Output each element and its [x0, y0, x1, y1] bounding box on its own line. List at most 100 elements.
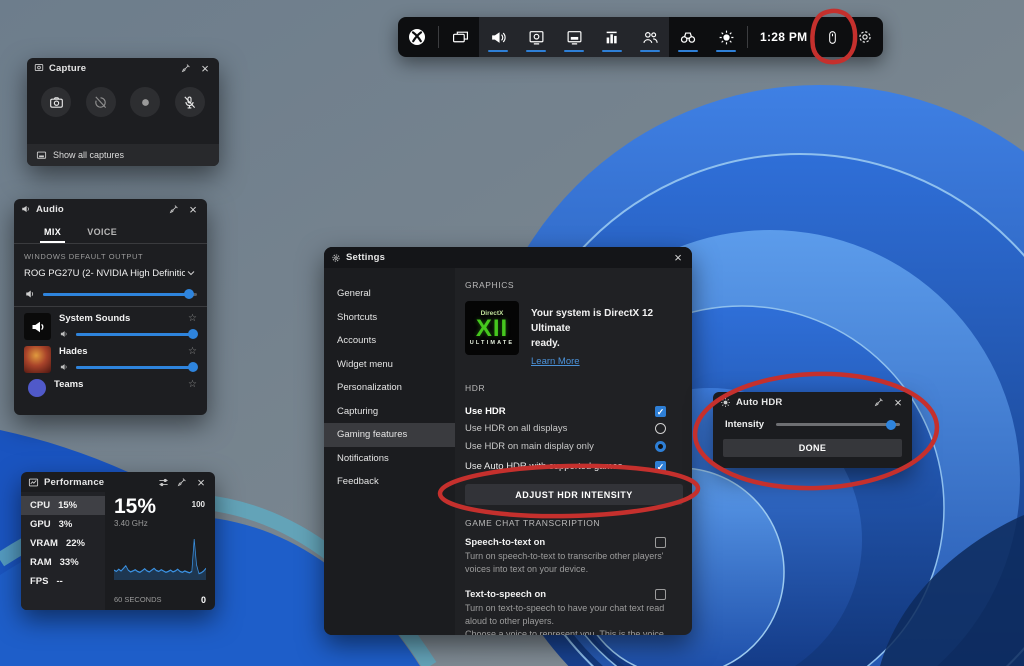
capture-widget-button[interactable]	[517, 17, 555, 57]
sidebar-item-feedback[interactable]: Feedback	[324, 470, 455, 494]
sidebar-item-personalization[interactable]: Personalization	[324, 376, 455, 400]
mixer-row-system-sounds: System Sounds ☆	[14, 307, 207, 340]
close-icon[interactable]: ×	[891, 395, 905, 409]
looking-for-group-button[interactable]	[669, 17, 707, 57]
sidebar-item-general[interactable]: General	[324, 282, 455, 306]
clock: 1:28 PM	[760, 30, 808, 44]
text-to-speech-setting: Text-to-speech on Turn on text-to-speech…	[465, 589, 666, 635]
teams-app-icon	[28, 379, 46, 397]
stat-vram[interactable]: VRAM 22%	[21, 534, 105, 553]
start-recording-button[interactable]	[130, 87, 161, 117]
mouse-icon	[825, 30, 840, 45]
mixer-app-name: Hades	[59, 346, 88, 357]
done-button[interactable]: DONE	[723, 439, 902, 457]
hdr-section-header: HDR	[465, 383, 486, 394]
stat-ram[interactable]: RAM 33%	[21, 553, 105, 572]
gallery-icon	[566, 29, 583, 46]
pin-icon[interactable]	[175, 475, 189, 489]
sidebar-item-capturing[interactable]: Capturing	[324, 400, 455, 424]
intensity-label: Intensity	[725, 419, 765, 430]
sidebar-item-notifications[interactable]: Notifications	[324, 447, 455, 471]
audio-widget-title: Audio	[36, 203, 64, 215]
learn-more-link[interactable]: Learn More	[531, 355, 580, 369]
toolbar-divider	[747, 26, 748, 48]
pin-icon[interactable]	[872, 395, 886, 409]
hdr-intensity-slider[interactable]	[776, 419, 900, 430]
game-chat-section-header: GAME CHAT TRANSCRIPTION	[465, 518, 601, 529]
sidebar-item-shortcuts[interactable]: Shortcuts	[324, 306, 455, 330]
performance-icon	[604, 29, 621, 46]
sidebar-item-widget-menu[interactable]: Widget menu	[324, 353, 455, 377]
performance-sparkline	[113, 539, 207, 581]
widget-menu-icon	[452, 29, 469, 46]
voice-choice-description: Choose a voice to represent you. This is…	[465, 629, 664, 635]
master-volume-slider[interactable]	[43, 289, 197, 299]
start-recording-icon	[138, 95, 153, 110]
pin-icon[interactable]	[179, 61, 193, 75]
hdr-main-display-radio[interactable]	[655, 440, 666, 452]
use-hdr-checkbox[interactable]	[655, 405, 666, 417]
screenshot-button[interactable]	[41, 87, 71, 117]
settings-gear-icon	[331, 253, 341, 263]
output-device-dropdown[interactable]: ROG PG27U (2- NVIDIA High Definition A..…	[24, 267, 197, 279]
capture-widget-title: Capture	[49, 62, 87, 74]
close-icon[interactable]: ×	[194, 475, 208, 489]
hdr-all-displays-radio[interactable]	[655, 423, 666, 434]
mic-toggle-button[interactable]	[174, 87, 205, 117]
star-icon[interactable]: ☆	[188, 313, 197, 324]
settings-button[interactable]	[847, 17, 883, 57]
widget-menu-button[interactable]	[441, 17, 479, 57]
gallery-widget-button[interactable]	[555, 17, 593, 57]
desktop: 1:28 PM Capture × Show all captures Audi…	[0, 0, 1024, 666]
social-widget-button[interactable]	[631, 17, 669, 57]
auto-hdr-checkbox[interactable]	[655, 461, 666, 472]
performance-options-icon[interactable]	[156, 475, 170, 489]
sidebar-item-accounts[interactable]: Accounts	[324, 329, 455, 353]
tab-voice[interactable]: VOICE	[87, 221, 117, 243]
close-icon[interactable]: ×	[186, 202, 200, 216]
stat-gpu[interactable]: GPU 3%	[21, 515, 105, 534]
stat-cpu[interactable]: CPU 15%	[21, 496, 105, 515]
hades-volume-slider[interactable]	[76, 362, 199, 372]
star-icon[interactable]: ☆	[188, 379, 197, 390]
game-bar-toolbar: 1:28 PM	[398, 17, 884, 57]
xbox-home-button[interactable]	[398, 17, 436, 57]
auto-hdr-widget-title: Auto HDR	[736, 396, 783, 408]
volume-icon	[59, 329, 69, 339]
sidebar-item-gaming-features[interactable]: Gaming features	[324, 423, 455, 447]
system-sounds-icon	[24, 313, 51, 340]
record-last-moments-icon	[93, 95, 108, 110]
mouse-mode-button[interactable]	[817, 17, 847, 57]
chart-y-max: 100	[191, 500, 205, 509]
adjust-hdr-intensity-button[interactable]: ADJUST HDR INTENSITY	[465, 484, 683, 506]
performance-stat-list: CPU 15% GPU 3% VRAM 22% RAM 33% FPS --	[21, 492, 105, 610]
chevron-down-icon	[185, 267, 197, 279]
text-to-speech-checkbox[interactable]	[655, 589, 666, 601]
mixer-app-name: Teams	[54, 379, 84, 390]
tab-mix[interactable]: MIX	[39, 221, 66, 243]
auto-hdr-button[interactable]	[707, 17, 745, 57]
close-icon[interactable]: ×	[198, 61, 212, 75]
settings-gear-icon	[857, 29, 873, 45]
pin-icon[interactable]	[167, 202, 181, 216]
toolbar-divider	[438, 26, 439, 48]
output-device-name: ROG PG27U (2- NVIDIA High Definition A..…	[24, 267, 185, 279]
star-icon[interactable]: ☆	[188, 346, 197, 357]
capture-icon	[528, 29, 545, 46]
speech-to-text-checkbox[interactable]	[655, 537, 666, 549]
performance-widget-title: Performance	[44, 476, 105, 488]
close-icon[interactable]: ×	[671, 251, 685, 265]
capture-widget: Capture × Show all captures	[27, 58, 219, 166]
stat-fps[interactable]: FPS --	[21, 572, 105, 591]
xbox-logo-icon	[407, 27, 427, 47]
audio-widget-button[interactable]	[479, 17, 517, 57]
hades-game-icon	[24, 346, 51, 373]
mic-off-icon	[182, 95, 197, 110]
directx-12-ultimate-badge: DirectX XII ULTIMATE	[465, 301, 519, 355]
settings-main-panel: GRAPHICS DirectX XII ULTIMATE Your syste…	[455, 268, 692, 635]
social-icon	[642, 29, 659, 46]
system-sounds-volume-slider[interactable]	[76, 329, 199, 339]
show-all-captures-button[interactable]: Show all captures	[27, 144, 219, 166]
performance-widget-button[interactable]	[593, 17, 631, 57]
record-last-moments-button[interactable]	[85, 87, 116, 117]
